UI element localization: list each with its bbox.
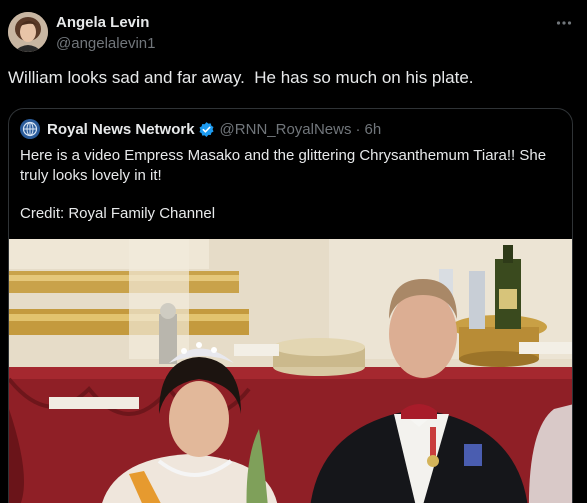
globe-icon (20, 119, 40, 139)
tweet-text: William looks sad and far away. He has s… (8, 68, 474, 87)
video-thumbnail (9, 239, 572, 503)
author-avatar-image (8, 12, 48, 52)
author-name[interactable]: Angela Levin (56, 14, 149, 31)
quoted-tweet-video[interactable] (9, 239, 572, 503)
quoted-timestamp[interactable]: 6h (364, 121, 381, 138)
separator-dot: · (355, 120, 361, 138)
verified-badge-icon (198, 121, 215, 138)
quoted-tweet-credit: Credit: Royal Family Channel (20, 205, 216, 222)
quoted-author-avatar[interactable] (20, 119, 40, 139)
quoted-tweet[interactable]: Royal News Network @RNN_RoyalNews · 6h H… (8, 108, 573, 503)
more-horizontal-icon (556, 21, 572, 25)
quoted-tweet-header: Royal News Network @RNN_RoyalNews · 6h (20, 118, 381, 140)
quoted-tweet-text: Here is a video Empress Masako and the g… (20, 147, 547, 184)
author-avatar[interactable] (8, 12, 48, 52)
author-handle[interactable]: @angelalevin1 (56, 35, 155, 52)
more-options-button[interactable] (553, 12, 575, 34)
tweet[interactable]: Angela Levin @angelalevin1 William looks… (0, 0, 587, 503)
quoted-author-name[interactable]: Royal News Network (47, 121, 195, 138)
quoted-author-handle[interactable]: @RNN_RoyalNews (220, 121, 352, 138)
